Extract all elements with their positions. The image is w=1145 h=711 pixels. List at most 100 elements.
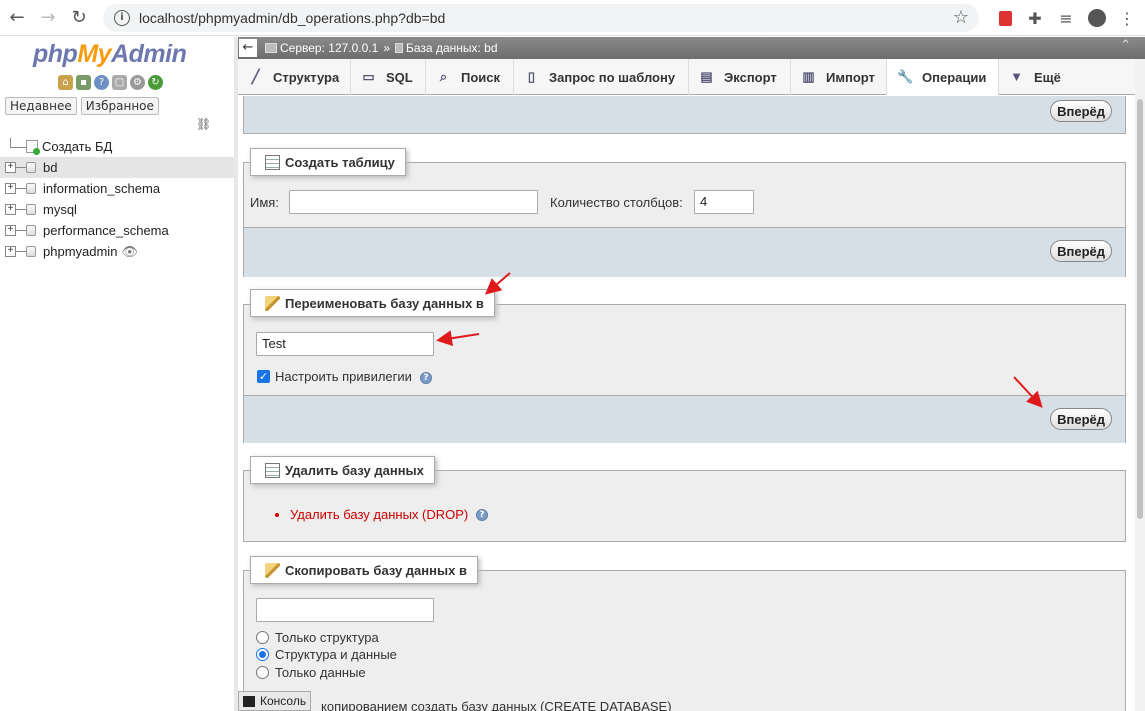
radio-label[interactable]: Только данные	[275, 665, 366, 680]
radio-structure-only[interactable]	[256, 631, 269, 644]
db-label[interactable]: mysql	[43, 202, 77, 217]
bookmark-star-icon[interactable]: ☆	[953, 7, 969, 28]
scroll-top-icon[interactable]: ⌃	[1120, 38, 1131, 53]
expand-icon[interactable]: +	[5, 183, 16, 194]
url-text[interactable]: localhost/phpmyadmin/db_operations.php?d…	[139, 10, 445, 26]
db-item-information-schema[interactable]: + information_schema	[0, 178, 234, 199]
db-label[interactable]: performance_schema	[43, 223, 169, 238]
create-db-label[interactable]: Создать БД	[42, 139, 112, 154]
db-item-performance-schema[interactable]: + performance_schema	[0, 220, 234, 241]
radio-label[interactable]: Только структура	[275, 630, 379, 645]
tab-label: Запрос по шаблону	[549, 69, 676, 85]
link-icon[interactable]: ⛓	[196, 117, 211, 131]
collapse-nav-icon[interactable]: ←	[239, 39, 257, 57]
db-item-mysql[interactable]: + mysql	[0, 199, 234, 220]
columns-count-input[interactable]: 4	[694, 190, 754, 214]
table-icon	[265, 154, 280, 170]
wrench-icon: 🔧	[897, 69, 914, 84]
create-database-option-label[interactable]: копированием создать базу данных (CREATE…	[321, 699, 672, 711]
rename-footer: Вперёд	[244, 395, 1125, 443]
operations-content: Вперёд Имя: Количество столбцов: 4 Вперё…	[238, 96, 1135, 711]
tab-search[interactable]: ⌕ Поиск	[426, 59, 514, 95]
tab-query[interactable]: ▯ Запрос по шаблону	[514, 59, 689, 95]
phpmyadmin-logo[interactable]: phpMyAdmin	[33, 40, 187, 69]
sql-icon: ▭	[362, 69, 375, 84]
forward-icon[interactable]: →	[34, 4, 62, 32]
reload-icon[interactable]: ↻	[65, 4, 93, 32]
address-bar[interactable]: i localhost/phpmyadmin/db_operations.php…	[103, 4, 979, 32]
info-icon[interactable]: i	[114, 10, 130, 26]
console-icon	[243, 695, 255, 707]
docs-icon[interactable]: ▢	[112, 75, 127, 90]
menu-icon[interactable]: ⋮	[1116, 7, 1138, 29]
radio-label[interactable]: Структура и данные	[275, 647, 397, 662]
tab-label: Импорт	[826, 69, 875, 85]
breadcrumb-server[interactable]: Сервер: 127.0.0.1	[280, 41, 378, 55]
new-db-icon	[26, 140, 40, 155]
back-icon[interactable]: ←	[3, 4, 31, 32]
tab-export[interactable]: ▤ Экспорт	[689, 59, 791, 95]
drop-db-link[interactable]: Удалить базу данных (DROP)	[290, 507, 468, 522]
db-item-phpmyadmin[interactable]: + phpmyadmin 👁	[0, 241, 234, 262]
go-button[interactable]: Вперёд	[1050, 100, 1112, 122]
rename-db-fieldset: Test ✓ Настроить привилегии ? Вперёд	[243, 304, 1126, 443]
expand-icon[interactable]: +	[5, 204, 16, 215]
tab-import[interactable]: ▥ Импорт	[791, 59, 887, 95]
tab-operations[interactable]: 🔧 Операции	[887, 59, 999, 96]
search-icon: ⌕	[439, 69, 448, 84]
help-icon[interactable]: ?	[94, 75, 109, 90]
help-icon[interactable]: ?	[420, 372, 432, 384]
radio-data-only[interactable]	[256, 666, 269, 679]
copy-db-fieldset: Только структура Структура и данные Толь…	[243, 570, 1126, 711]
db-label[interactable]: phpmyadmin	[43, 244, 117, 259]
db-label[interactable]: bd	[43, 160, 57, 175]
db-item-bd[interactable]: + bd	[0, 157, 234, 178]
tab-label: Операции	[922, 69, 987, 85]
reload-nav-icon[interactable]: ↻	[148, 75, 163, 90]
create-table-go-button[interactable]: Вперёд	[1050, 240, 1112, 262]
adjust-privileges-checkbox[interactable]: ✓	[257, 370, 270, 383]
settings-icon[interactable]: ⚙	[130, 75, 145, 90]
create-table-fieldset: Имя: Количество столбцов: 4 Вперёд	[243, 162, 1126, 277]
logout-icon[interactable]: ▪	[76, 75, 91, 90]
adjust-privileges-label[interactable]: Настроить привилегии	[275, 369, 412, 384]
legend-title: Удалить базу данных	[285, 462, 424, 478]
tab-sql[interactable]: ▭ SQL	[351, 59, 426, 95]
server-icon	[265, 43, 277, 53]
help-icon[interactable]: ?	[476, 509, 488, 521]
expand-icon[interactable]: +	[5, 246, 16, 257]
rename-db-input[interactable]: Test	[256, 332, 434, 356]
breadcrumb-database[interactable]: База данных: bd	[406, 41, 498, 55]
tab-structure[interactable]: ╱ Структура	[238, 59, 351, 95]
extension-icon[interactable]	[994, 7, 1016, 29]
console-toggle[interactable]: Консоль	[238, 691, 312, 711]
db-label[interactable]: information_schema	[43, 181, 160, 196]
main-menu-tabs: ╱ Структура ▭ SQL ⌕ Поиск ▯ Запрос по шаблон…	[238, 59, 1135, 96]
home-icon[interactable]: ⌂	[58, 75, 73, 90]
expand-icon[interactable]: +	[5, 162, 16, 173]
drop-db-legend: Удалить базу данных	[250, 456, 435, 484]
database-icon	[26, 162, 36, 173]
tab-more[interactable]: ▼ Ещё	[999, 59, 1073, 95]
legend-title: Скопировать базу данных в	[285, 562, 467, 578]
radio-structure-and-data[interactable]	[256, 648, 269, 661]
tree-line	[10, 137, 26, 148]
puzzle-icon[interactable]: ✚	[1024, 7, 1046, 29]
create-db-item[interactable]: Создать БД	[0, 136, 234, 157]
rename-go-button[interactable]: Вперёд	[1050, 408, 1112, 430]
previous-form-footer: Вперёд	[243, 96, 1126, 134]
eye-icon[interactable]: 👁	[121, 244, 138, 260]
scrollbar-thumb[interactable]	[1137, 99, 1143, 519]
database-icon	[26, 204, 36, 215]
table-name-input[interactable]	[289, 190, 538, 214]
query-icon: ▯	[527, 69, 536, 84]
media-icon[interactable]: ≡	[1055, 7, 1077, 29]
expand-icon[interactable]: +	[5, 225, 16, 236]
logo-php: php	[33, 40, 78, 68]
database-icon	[26, 246, 36, 257]
page-scrollbar[interactable]	[1135, 59, 1145, 711]
profile-icon[interactable]	[1086, 7, 1108, 29]
copy-db-input[interactable]	[256, 598, 434, 622]
recent-tab[interactable]: Недавнее	[5, 97, 77, 115]
favorites-tab[interactable]: Избранное	[80, 97, 159, 115]
